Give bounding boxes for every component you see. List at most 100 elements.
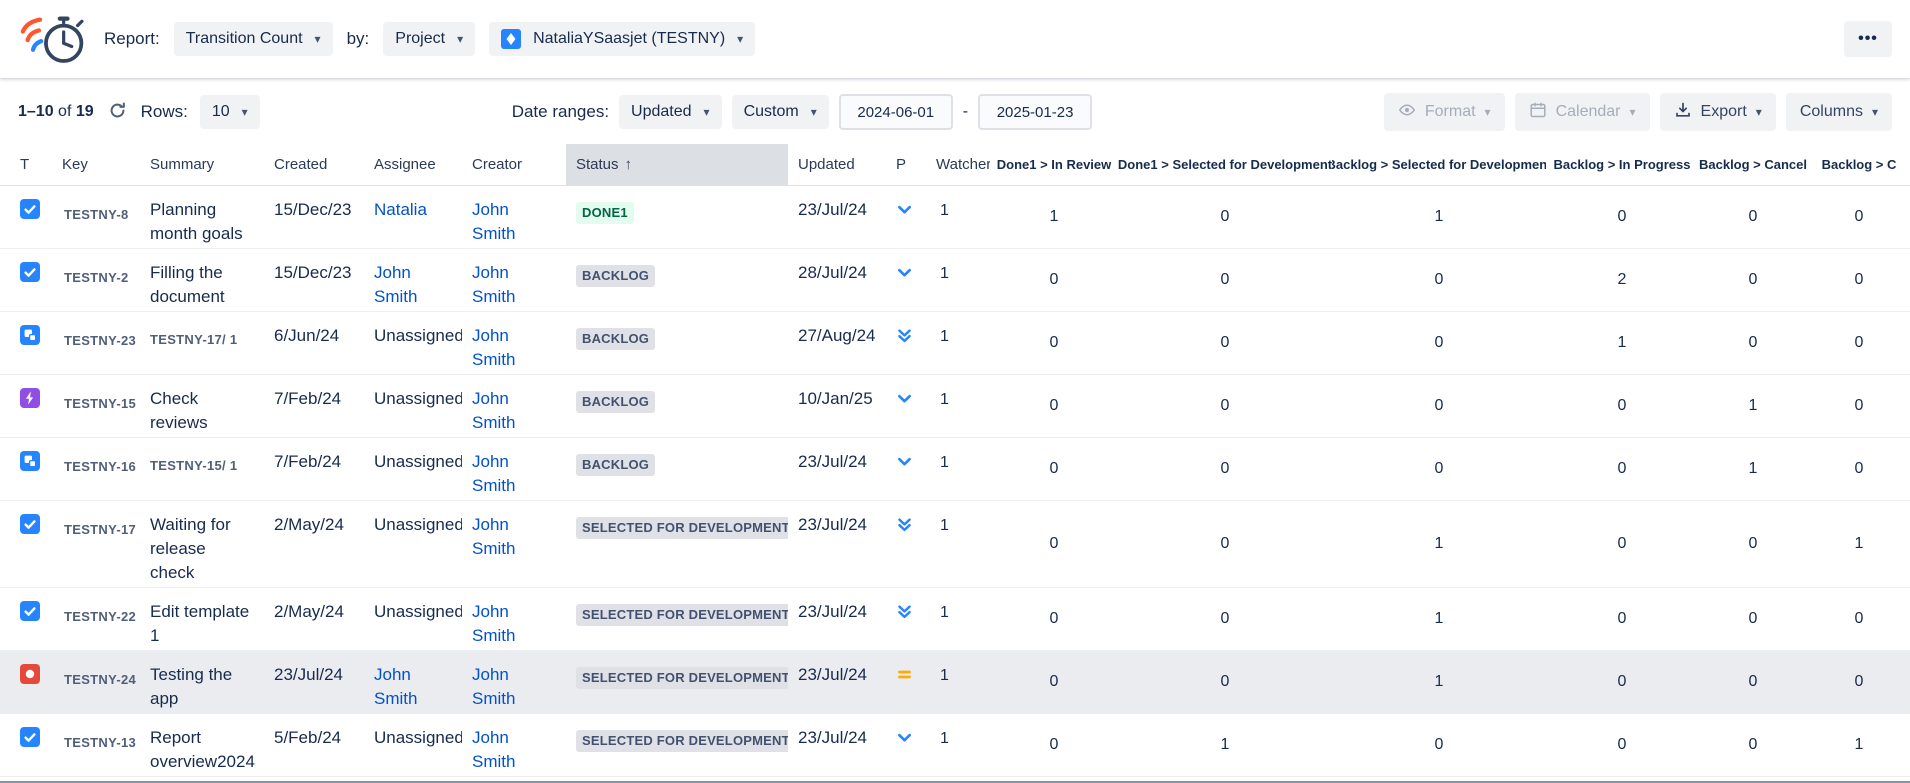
watchers-cell: 1 <box>926 777 990 783</box>
table-row[interactable]: TESTNY-24Testing the app23/Jul/24John Sm… <box>0 651 1910 714</box>
issue-key: TESTNY-16 <box>64 459 136 474</box>
assignee-cell: Unassigned <box>364 501 462 587</box>
column-header-created[interactable]: Created <box>264 144 364 185</box>
issue-key-cell: TESTNY-16 <box>52 438 140 500</box>
created-date-cell: 15/Dec/23 <box>264 186 364 248</box>
columns-button[interactable]: Columns ▾ <box>1786 93 1892 131</box>
project-value: NataliaYSaasjet (TESTNY) <box>533 30 725 48</box>
issue-summary-cell: Edit template 1 <box>140 588 264 650</box>
creator-link[interactable]: John Smith <box>472 389 515 432</box>
table-row[interactable]: TESTNY-23TESTNY-17/ 16/Jun/24UnassignedJ… <box>0 312 1910 375</box>
status-lozenge: BACKLOG <box>576 454 655 476</box>
column-header-updated[interactable]: Updated <box>788 144 886 185</box>
creator-cell: John Smith <box>462 249 566 311</box>
creator-link[interactable]: John Smith <box>472 452 515 495</box>
priority-cell <box>886 714 926 776</box>
status-cell: DONE1 <box>566 186 788 248</box>
table-row[interactable]: TESTNY-6Report overview15/Dec/23John Smi… <box>0 777 1910 783</box>
column-header-key[interactable]: Key <box>52 144 140 185</box>
report-type-value: Transition Count <box>186 30 303 48</box>
report-type-select[interactable]: Transition Count ▾ <box>174 22 333 56</box>
column-header-backlog-cancel[interactable]: Backlog > Cancel <box>1698 144 1808 185</box>
date-from-input[interactable] <box>839 94 953 130</box>
status-lozenge: DONE1 <box>576 202 634 224</box>
creator-link[interactable]: John Smith <box>472 602 515 645</box>
rows-label: Rows: <box>141 102 188 122</box>
transition-count: 0 <box>1618 532 1627 556</box>
watchers-count: 1 <box>940 730 949 747</box>
transition-count: 0 <box>1749 607 1758 631</box>
priority-medium-icon <box>896 666 913 683</box>
date-mode-select[interactable]: Custom ▾ <box>732 95 829 129</box>
table-row[interactable]: TESTNY-17Waiting for release check2/May/… <box>0 501 1910 588</box>
transition-count: 0 <box>1221 670 1230 694</box>
more-dots-icon: ••• <box>1858 30 1878 48</box>
creator-link[interactable]: John Smith <box>472 515 515 558</box>
status-lozenge: SELECTED FOR DEVELOPMENT <box>576 667 788 689</box>
table-row[interactable]: TESTNY-16TESTNY-15/ 17/Feb/24UnassignedJ… <box>0 438 1910 501</box>
transition-count-cell: 0 <box>1332 375 1546 437</box>
updated-date: 23/Jul/24 <box>798 665 867 684</box>
transition-count: 0 <box>1221 331 1230 355</box>
table-row[interactable]: TESTNY-13Report overview20245/Feb/24Unas… <box>0 714 1910 777</box>
column-header-t[interactable]: T <box>0 144 52 185</box>
more-options-button[interactable]: ••• <box>1844 21 1892 57</box>
transition-count: 0 <box>1050 670 1059 694</box>
assignee-text: Unassigned <box>374 452 462 471</box>
transition-count-cell: 0 <box>1118 312 1332 374</box>
status-cell: SELECTED FOR DEVELOPMENT <box>566 714 788 776</box>
column-header-label: Created <box>274 156 327 173</box>
date-ranges-group: Date ranges: Updated ▾ Custom ▾ - <box>512 94 1092 130</box>
column-header-label: Status <box>576 156 619 173</box>
creator-link[interactable]: John Smith <box>472 263 515 306</box>
creator-link[interactable]: John Smith <box>472 326 515 369</box>
issue-summary-cell: Report overview2024 <box>140 714 264 776</box>
issue-key-cell: TESTNY-15 <box>52 375 140 437</box>
transition-count: 0 <box>1855 205 1864 229</box>
rows-per-page-select[interactable]: 10 ▾ <box>200 95 260 129</box>
chevron-down-icon: ▾ <box>1872 105 1878 119</box>
transition-count-cell: 0 <box>1546 588 1698 650</box>
assignee-link[interactable]: John Smith <box>374 263 417 306</box>
creator-cell: John Smith <box>462 312 566 374</box>
updated-date-cell: 23/Jul/24 <box>788 186 886 248</box>
column-header-summary[interactable]: Summary <box>140 144 264 185</box>
created-date-cell: 5/Feb/24 <box>264 714 364 776</box>
date-field-select[interactable]: Updated ▾ <box>619 95 722 129</box>
date-to-input[interactable] <box>978 94 1092 130</box>
report-label: Report: <box>104 29 160 49</box>
export-button[interactable]: Export ▾ <box>1660 93 1776 131</box>
column-header-watchers[interactable]: Watchers <box>926 144 990 185</box>
group-by-select[interactable]: Project ▾ <box>383 22 475 56</box>
table-row[interactable]: TESTNY-22Edit template 12/May/24Unassign… <box>0 588 1910 651</box>
transition-count: 0 <box>1435 268 1444 292</box>
updated-date: 28/Jul/24 <box>798 263 867 282</box>
column-header-p[interactable]: P <box>886 144 926 185</box>
column-header-creator[interactable]: Creator <box>462 144 566 185</box>
calendar-label: Calendar <box>1556 103 1621 121</box>
refresh-button[interactable] <box>106 99 129 125</box>
transition-count-cell: 0 <box>990 714 1118 776</box>
table-row[interactable]: TESTNY-15Check reviews7/Feb/24Unassigned… <box>0 375 1910 438</box>
column-header-backlog-in-progress[interactable]: Backlog > In Progress <box>1546 144 1698 185</box>
transition-count: 0 <box>1749 268 1758 292</box>
transition-count-cell: 0 <box>1546 186 1698 248</box>
column-header-done1-in-review[interactable]: Done1 > In Review <box>990 144 1118 185</box>
creator-link[interactable]: John Smith <box>472 200 515 243</box>
column-header-status[interactable]: Status↑ <box>566 144 788 185</box>
table-row[interactable]: TESTNY-2Filling the document15/Dec/23Joh… <box>0 249 1910 312</box>
column-header-assignee[interactable]: Assignee <box>364 144 462 185</box>
table-row[interactable]: TESTNY-8Planning month goals15/Dec/23Nat… <box>0 186 1910 249</box>
column-header-backlog-selected-for-development[interactable]: Backlog > Selected for Development <box>1332 144 1546 185</box>
column-header-done1-selected-for-development[interactable]: Done1 > Selected for Development <box>1118 144 1332 185</box>
transition-count-cell: 0 <box>1808 651 1910 713</box>
assignee-link[interactable]: Natalia <box>374 200 427 219</box>
watchers-cell: 1 <box>926 438 990 500</box>
column-header-backlog-c[interactable]: Backlog > C <box>1808 144 1910 185</box>
project-select[interactable]: NataliaYSaasjet (TESTNY) ▾ <box>489 22 755 56</box>
assignee-link[interactable]: John Smith <box>374 665 417 708</box>
watchers-count: 1 <box>940 202 949 219</box>
creator-link[interactable]: John Smith <box>472 728 515 771</box>
transition-count-cell: 1 <box>1808 714 1910 776</box>
creator-link[interactable]: John Smith <box>472 665 515 708</box>
